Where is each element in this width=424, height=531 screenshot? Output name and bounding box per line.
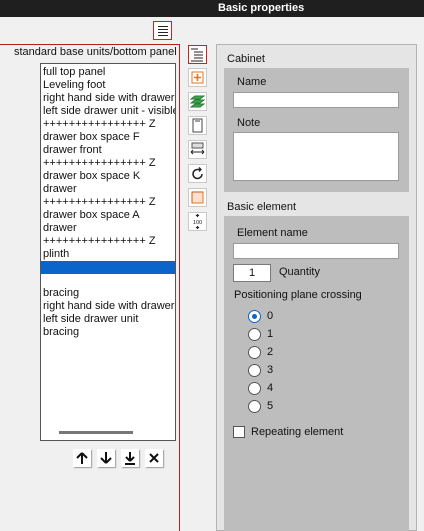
arrow-to-bottom-icon (125, 452, 135, 465)
list-item[interactable]: bracing (41, 287, 175, 300)
name-field[interactable] (233, 92, 399, 108)
list-item[interactable]: plinth (41, 248, 175, 261)
list-item[interactable]: ++++++++++++++++ Z (41, 118, 175, 131)
list-item[interactable]: right hand side with drawer - (41, 92, 175, 105)
radio-button[interactable] (248, 400, 261, 413)
scale-100-icon: 100 (193, 214, 202, 229)
radio-label: 2 (267, 346, 274, 358)
radio-button[interactable] (248, 382, 261, 395)
svg-text:100: 100 (193, 220, 202, 226)
list-item[interactable]: drawer box space K (41, 170, 175, 183)
radio-label: 3 (267, 364, 274, 376)
list-item[interactable]: drawer box space A (41, 209, 175, 222)
delete-x-icon (149, 453, 159, 463)
element-name-field[interactable] (233, 243, 399, 259)
title-bar: Basic properties (0, 0, 424, 17)
radio-button[interactable] (248, 364, 261, 377)
list-item[interactable]: drawer front (41, 144, 175, 157)
quantity-label: Quantity (279, 266, 320, 278)
note-label: Note (237, 117, 261, 129)
radio-button[interactable] (248, 310, 261, 323)
radio-button[interactable] (248, 346, 261, 359)
tree-title: standard base units/bottom panel (14, 46, 177, 58)
list-item[interactable]: right hand side with drawer (41, 300, 175, 313)
radio-button[interactable] (248, 328, 261, 341)
arrow-up-icon (76, 452, 88, 464)
radio-label: 4 (267, 382, 274, 394)
properties-list-icon (191, 48, 203, 62)
move-up-button[interactable] (73, 449, 91, 467)
delete-button[interactable] (145, 449, 163, 467)
repeating-element-checkbox[interactable] (233, 426, 245, 438)
list-item[interactable]: ++++++++++++++++ Z (41, 235, 175, 248)
list-item[interactable]: drawer box space F (41, 131, 175, 144)
list-item[interactable] (41, 274, 175, 287)
element-list[interactable]: full top panel Leveling foot right hand si… (40, 63, 176, 441)
move-to-bottom-button[interactable] (121, 449, 139, 467)
rotate-icon (192, 167, 203, 180)
move-down-button[interactable] (97, 449, 115, 467)
note-textarea[interactable] (233, 132, 399, 181)
list-view-icon[interactable] (153, 21, 172, 40)
list-item[interactable]: ++++++++++++++++ Z (41, 157, 175, 170)
list-item[interactable]: left side drawer unit - visible (41, 105, 175, 118)
color-fill-icon (191, 191, 204, 204)
list-item[interactable]: drawer (41, 183, 175, 196)
list-item[interactable]: left side drawer unit (41, 313, 175, 326)
horizontal-scrollbar[interactable] (59, 431, 133, 434)
panel-icon (192, 118, 203, 133)
list-item[interactable]: bracing (41, 326, 175, 339)
cabinet-section-title: Cabinet (227, 53, 265, 65)
quantity-field[interactable]: 1 (233, 264, 271, 282)
positioning-label: Positioning plane crossing (234, 289, 362, 301)
panel-tool-button[interactable] (188, 116, 207, 135)
radio-label: 0 (267, 310, 274, 322)
rotate-button[interactable] (188, 164, 207, 183)
properties-tool-button[interactable] (188, 45, 207, 64)
width-tool-button[interactable] (188, 140, 207, 159)
add-element-button[interactable] (188, 68, 207, 87)
width-resize-icon (190, 142, 205, 155)
color-button[interactable] (188, 188, 207, 207)
scale-button[interactable]: 100 (188, 212, 207, 231)
arrow-down-icon (100, 452, 112, 464)
radio-label: 1 (267, 328, 274, 340)
layers-button[interactable] (188, 92, 207, 111)
window-title: Basic properties (218, 2, 305, 14)
element-name-label: Element name (237, 227, 308, 239)
name-label: Name (237, 76, 267, 88)
list-item[interactable]: Leveling foot (41, 79, 175, 92)
repeating-element-label: Repeating element (251, 426, 344, 438)
list-item[interactable]: drawer (41, 222, 175, 235)
list-item[interactable]: full top panel (41, 66, 175, 79)
add-element-icon (191, 71, 204, 84)
layers-icon (190, 95, 205, 108)
list-item[interactable] (41, 261, 175, 274)
radio-label: 5 (267, 400, 274, 412)
element-section-title: Basic element (227, 201, 297, 213)
list-item[interactable]: ++++++++++++++++ Z (41, 196, 175, 209)
